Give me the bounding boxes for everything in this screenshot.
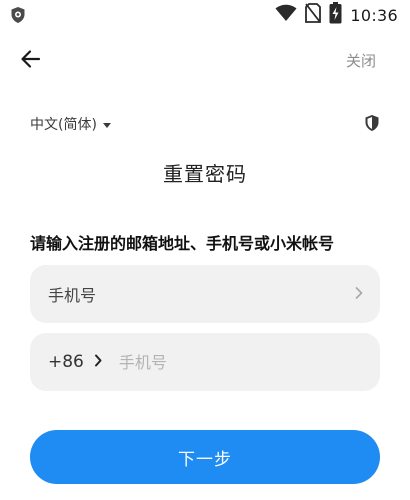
security-button[interactable] — [364, 114, 380, 132]
phone-number-input[interactable] — [116, 351, 341, 373]
page-title: 重置密码 — [163, 162, 247, 186]
caret-down-icon — [102, 122, 111, 128]
country-code-selector[interactable]: +86 — [48, 352, 103, 372]
account-type-label: 手机号 — [48, 286, 97, 305]
status-time: 10:36 — [350, 5, 398, 25]
battery-charging-icon — [329, 2, 342, 28]
app-shield-icon — [10, 6, 26, 28]
country-code-label: +86 — [48, 352, 84, 372]
account-type-selector[interactable]: 手机号 — [30, 265, 380, 323]
next-button[interactable]: 下一步 — [30, 430, 380, 484]
back-button[interactable] — [18, 46, 44, 72]
shield-icon — [364, 115, 380, 136]
arrow-left-icon — [18, 50, 44, 76]
wifi-icon — [275, 4, 297, 26]
no-sim-icon — [305, 3, 322, 27]
chevron-right-icon — [354, 285, 364, 304]
instruction-text: 请输入注册的邮箱地址、手机号或小米帐号 — [30, 234, 335, 253]
close-button[interactable]: 关闭 — [346, 50, 376, 71]
language-selector[interactable]: 中文(简体) — [30, 114, 111, 134]
language-label: 中文(简体) — [30, 117, 97, 133]
phone-field: +86 — [30, 333, 380, 391]
status-bar: 10:36 — [0, 0, 410, 30]
chevron-right-icon — [94, 352, 103, 372]
